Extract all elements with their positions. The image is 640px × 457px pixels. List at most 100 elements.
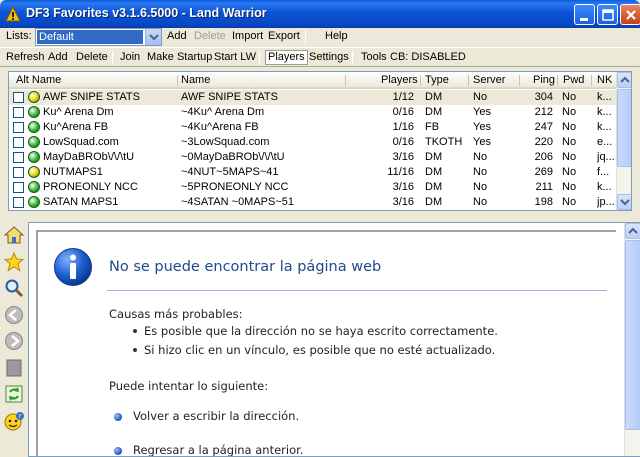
scroll-down-button[interactable] — [617, 194, 631, 210]
back-button[interactable] — [4, 305, 24, 325]
stop-button[interactable] — [4, 358, 24, 378]
settings-button[interactable]: Settings — [309, 51, 349, 63]
table-row[interactable]: LowSquad.com ~3LowSquad.com 0/16 TKOTH Yes 22… — [9, 135, 616, 150]
browser-scrollbar[interactable] — [624, 223, 640, 456]
favorites-button[interactable] — [3, 251, 25, 272]
cell-pwd: No — [562, 181, 577, 193]
cb-status-text: CB: DISABLED — [390, 51, 466, 63]
column-divider[interactable] — [420, 75, 421, 86]
bullet — [114, 413, 122, 421]
start-lw-button[interactable]: Start LW — [214, 51, 256, 63]
cell-players: 3/16 — [392, 196, 414, 208]
column-divider[interactable] — [468, 75, 469, 86]
table-row[interactable]: SATAN MAPS1 ~4SATAN ~0MAPS~51 3/16 DM No 198 N… — [9, 195, 616, 210]
column-name[interactable]: Name — [181, 74, 210, 86]
forward-button[interactable] — [4, 331, 24, 351]
column-divider[interactable] — [591, 75, 592, 86]
server-list[interactable]: Alt Name Name Players Type Server Ping P… — [8, 71, 632, 211]
dropdown-arrow-button[interactable] — [145, 29, 161, 45]
home-button[interactable] — [3, 225, 25, 245]
cell-alt-name: AWF SNIPE STATS — [43, 91, 140, 103]
column-type[interactable]: Type — [425, 74, 449, 86]
minimize-button[interactable] — [574, 4, 595, 25]
server-status-icon — [28, 166, 40, 178]
try-item[interactable]: Volver a escribir la dirección. — [133, 409, 299, 423]
help-icon-button[interactable]: ? — [4, 411, 24, 431]
make-startup-button[interactable]: Make Startup — [147, 51, 212, 63]
table-row[interactable]: PRONEONLY NCC ~5PRONEONLY NCC 3/16 DM No 211 N… — [9, 180, 616, 195]
maximize-button[interactable] — [597, 4, 618, 25]
join-button[interactable]: Join — [120, 51, 140, 63]
title-bar: DF3 Favorites v3.1.6.5000 - Land Warrior — [0, 0, 640, 28]
delete-button[interactable]: Delete — [76, 51, 108, 63]
separator — [259, 51, 260, 65]
forward-arrow-icon — [5, 332, 23, 350]
cell-nk: k... — [597, 91, 612, 103]
table-row[interactable]: Ku^Arena FB ~4Ku^Arena FB 1/16 FB Yes 247 No k.… — [9, 120, 616, 135]
row-checkbox[interactable] — [13, 182, 24, 193]
column-divider[interactable] — [177, 75, 178, 86]
cell-ping: 304 — [534, 91, 553, 103]
server-status-icon — [28, 151, 40, 163]
refresh-button[interactable]: Refresh — [6, 51, 45, 63]
cell-pwd: No — [562, 121, 577, 133]
column-pwd[interactable]: Pwd — [563, 74, 584, 86]
search-button[interactable] — [4, 278, 24, 298]
scroll-thumb[interactable] — [625, 240, 640, 430]
lists-dropdown[interactable]: Default — [35, 28, 162, 46]
cell-server: Yes — [473, 136, 491, 148]
add-button[interactable]: Add — [48, 51, 68, 63]
row-checkbox[interactable] — [13, 137, 24, 148]
cell-server: No — [473, 151, 488, 163]
row-checkbox[interactable] — [13, 197, 24, 208]
column-divider[interactable] — [345, 75, 346, 86]
list-scrollbar[interactable] — [616, 72, 631, 210]
column-alt-name[interactable]: Alt Name — [16, 74, 61, 86]
bullet — [133, 348, 137, 352]
table-row[interactable]: AWF SNIPE STATS AWF SNIPE STATS 1/12 DM No 30… — [9, 90, 616, 105]
lists-delete-button[interactable]: Delete — [194, 30, 226, 42]
cell-ping: 220 — [534, 136, 553, 148]
chevron-up-icon — [620, 76, 630, 83]
row-checkbox[interactable] — [13, 92, 24, 103]
tools-button[interactable]: Tools — [361, 51, 387, 63]
close-icon — [626, 10, 636, 20]
chevron-down-icon — [149, 34, 159, 41]
cell-type: DM — [425, 181, 443, 193]
lists-add-button[interactable]: Add — [167, 30, 187, 42]
home-icon — [3, 226, 25, 244]
table-row[interactable]: NUTMAPS1 ~4NUT~5MAPS~41 11/16 DM No 269 No f... — [9, 165, 616, 180]
help-button[interactable]: Help — [325, 30, 348, 42]
try-item[interactable]: Regresar a la página anterior. — [133, 443, 303, 456]
lists-selected-value: Default — [37, 30, 143, 44]
cause-item: Es posible que la dirección no se haya e… — [144, 324, 498, 338]
players-button[interactable]: Players — [265, 50, 308, 65]
lists-export-button[interactable]: Export — [268, 30, 300, 42]
refresh-page-button[interactable] — [4, 384, 24, 404]
column-server[interactable]: Server — [473, 74, 505, 86]
scroll-thumb[interactable] — [617, 89, 631, 167]
table-row[interactable]: MayDaBROb\/\/\tU ~0MayDaBROb\/\/\tU 3/16 DM… — [9, 150, 616, 165]
cell-type: TKOTH — [425, 136, 463, 148]
lists-import-button[interactable]: Import — [232, 30, 263, 42]
column-divider[interactable] — [557, 75, 558, 86]
close-button[interactable] — [620, 4, 640, 25]
row-checkbox[interactable] — [13, 107, 24, 118]
cell-server: Yes — [473, 106, 491, 118]
table-row[interactable]: Ku^ Arena Dm ~4Ku^ Arena Dm 0/16 DM Yes 212 No… — [9, 105, 616, 120]
cell-name: ~4Ku^ Arena Dm — [181, 106, 265, 118]
browser-pane: No se puede encontrar la página web Caus… — [28, 222, 640, 457]
column-nk[interactable]: NK — [597, 74, 612, 86]
server-status-icon — [28, 136, 40, 148]
pane-splitter[interactable] — [0, 214, 640, 222]
cell-type: DM — [425, 91, 443, 103]
row-checkbox[interactable] — [13, 152, 24, 163]
column-divider[interactable] — [519, 75, 520, 86]
scroll-up-button[interactable] — [617, 72, 631, 88]
cause-item: Si hizo clic en un vínculo, es posible q… — [144, 343, 496, 357]
column-players[interactable]: Players — [381, 74, 418, 86]
row-checkbox[interactable] — [13, 122, 24, 133]
column-ping[interactable]: Ping — [533, 74, 555, 86]
scroll-up-button[interactable] — [625, 223, 640, 239]
row-checkbox[interactable] — [13, 167, 24, 178]
